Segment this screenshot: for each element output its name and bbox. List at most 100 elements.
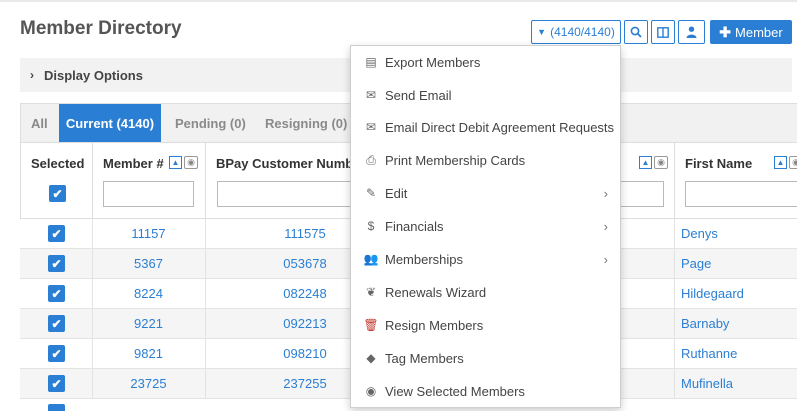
row-checkbox[interactable]: ✔: [48, 345, 65, 362]
first-name-cell[interactable]: Page: [681, 249, 711, 279]
file-export-icon: ▤: [365, 55, 377, 69]
eye-icon: ◉: [365, 384, 377, 398]
menu-item-view-selected[interactable]: ◉ View Selected Members: [351, 375, 620, 407]
eye-icon[interactable]: ◉: [654, 156, 668, 169]
row-checkbox[interactable]: ✔: [48, 315, 65, 332]
member-no-cell[interactable]: 9221: [92, 309, 205, 339]
menu-item-label: Send Email: [385, 87, 452, 103]
first-name-cell[interactable]: Ruthanne: [681, 339, 737, 369]
menu-item-edit[interactable]: ✎ Edit ›: [351, 177, 620, 209]
column-divider: [674, 219, 675, 248]
menu-item-send-email[interactable]: ✉ Send Email: [351, 79, 620, 111]
page-title: Member Directory: [20, 18, 182, 39]
menu-item-tag-members[interactable]: ◆ Tag Members: [351, 342, 620, 374]
tab-current[interactable]: Current (4140): [59, 104, 161, 144]
menu-item-export-members[interactable]: ▤ Export Members: [351, 46, 620, 78]
column-first-name: First Name ▲ ◉: [675, 143, 797, 220]
sort-icon[interactable]: ▲: [774, 156, 787, 169]
filter-input[interactable]: [619, 181, 664, 207]
check-icon: ✔: [51, 316, 62, 331]
first-name-cell[interactable]: Barnaby: [681, 309, 729, 339]
menu-item-label: Renewals Wizard: [385, 284, 487, 300]
add-member-label: Member: [735, 24, 783, 40]
column-divider: [674, 279, 675, 308]
chevron-right-icon: ›: [603, 185, 608, 201]
menu-item-label: View Selected Members: [385, 383, 525, 399]
first-name-cell[interactable]: Denys: [681, 219, 718, 249]
menu-item-print-cards[interactable]: ⎙ Print Membership Cards: [351, 144, 620, 176]
menu-item-renewals-wizard[interactable]: ❦ Renewals Wizard: [351, 276, 620, 308]
top-divider: [0, 0, 797, 2]
check-icon: ✔: [51, 346, 62, 361]
menu-item-label: Print Membership Cards: [385, 152, 526, 168]
search-button[interactable]: [624, 20, 648, 44]
first-name-cell[interactable]: Mufinella: [681, 369, 733, 399]
menu-item-memberships[interactable]: 👥 Memberships ›: [351, 243, 620, 275]
users-icon: 👥: [363, 252, 379, 266]
check-icon: ✔: [51, 376, 62, 391]
user-button[interactable]: [678, 20, 705, 44]
pencil-icon: ✎: [365, 186, 377, 200]
menu-item-email-direct-debit[interactable]: ✉ Email Direct Debit Agreement Requests: [351, 111, 620, 143]
display-options-label: Display Options: [44, 67, 143, 83]
member-no-cell[interactable]: 5367: [92, 249, 205, 279]
sort-icon[interactable]: ▲: [639, 156, 652, 169]
row-checkbox[interactable]: ✔: [48, 285, 65, 302]
check-icon: ✔: [51, 256, 62, 271]
menu-item-label: Tag Members: [385, 350, 464, 366]
column-divider: [674, 339, 675, 368]
member-no-cell[interactable]: 8224: [92, 279, 205, 309]
row-checkbox[interactable]: [48, 404, 65, 411]
eye-icon[interactable]: ◉: [184, 156, 198, 169]
sort-icon[interactable]: ▲: [169, 156, 182, 169]
member-no-cell[interactable]: 9821: [92, 339, 205, 369]
first-name-cell[interactable]: Hildegaard: [681, 279, 744, 309]
bpay-filter-input[interactable]: [217, 181, 357, 207]
column-divider: [674, 369, 675, 398]
menu-item-label: Edit: [385, 185, 408, 201]
select-all-checkbox[interactable]: ✔: [49, 185, 66, 202]
envelope-icon: ✉: [365, 120, 377, 134]
column-divider: [674, 249, 675, 278]
tab-pending[interactable]: Pending (0): [175, 104, 246, 144]
search-icon: [630, 26, 642, 38]
chevron-right-icon: ›: [603, 251, 608, 267]
member-no-cell[interactable]: 11157: [92, 219, 205, 249]
column-label-selected: Selected: [31, 156, 85, 171]
columns-icon: [657, 26, 669, 38]
member-no-filter-input[interactable]: [103, 181, 194, 207]
dollar-icon: $: [367, 219, 375, 233]
tag-icon: ◆: [366, 351, 376, 365]
add-member-button[interactable]: ✚ Member: [710, 20, 792, 44]
column-bpay: BPay Customer Number: [206, 143, 366, 220]
check-icon: ✔: [52, 186, 63, 201]
columns-button[interactable]: [651, 20, 675, 44]
member-count-dropdown[interactable]: ▼ (4140/4140): [531, 20, 621, 44]
caret-down-icon: ▼: [537, 27, 547, 37]
column-member-no: Member # ▲ ◉: [93, 143, 206, 220]
column-divider: [674, 309, 675, 338]
row-checkbox[interactable]: ✔: [48, 375, 65, 392]
menu-item-resign-members[interactable]: 🗑 Resign Members: [351, 309, 620, 341]
column-hidden-behind-menu: ▲ ◉: [619, 143, 675, 220]
column-label-bpay: BPay Customer Number: [216, 156, 366, 171]
first-name-filter-input[interactable]: [685, 181, 797, 207]
tab-all[interactable]: All: [31, 104, 48, 144]
eye-icon[interactable]: ◉: [789, 156, 797, 169]
member-count-label: (4140/4140): [550, 25, 615, 39]
member-no-cell[interactable]: 23725: [92, 369, 205, 399]
trash-icon: 🗑: [363, 318, 379, 332]
tab-resigning[interactable]: Resigning (0): [265, 104, 347, 144]
leaf-icon: ❦: [365, 285, 377, 299]
column-label-member-no: Member #: [103, 156, 164, 171]
chevron-right-icon: ›: [603, 218, 608, 234]
menu-item-label: Export Members: [385, 54, 481, 70]
chevron-right-icon: ›: [30, 68, 34, 82]
row-checkbox[interactable]: ✔: [48, 255, 65, 272]
plus-icon: ✚: [719, 23, 732, 40]
menu-item-label: Resign Members: [385, 317, 484, 333]
check-icon: ✔: [51, 226, 62, 241]
envelope-icon: ✉: [365, 88, 377, 102]
row-checkbox[interactable]: ✔: [48, 225, 65, 242]
menu-item-financials[interactable]: $ Financials ›: [351, 210, 620, 242]
